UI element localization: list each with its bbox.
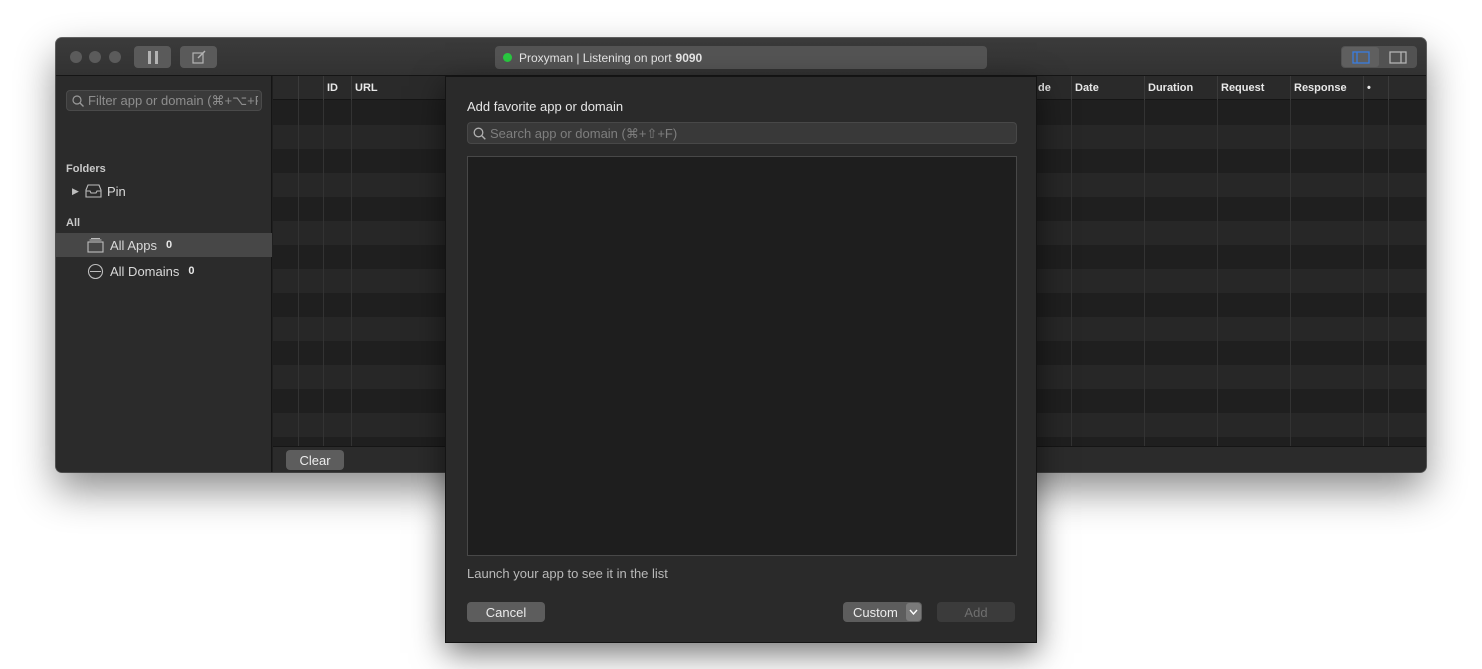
layout-left-button[interactable] bbox=[1342, 47, 1379, 67]
column-header-url[interactable]: URL bbox=[351, 76, 451, 100]
disclosure-triangle-icon[interactable]: ▶ bbox=[72, 186, 82, 197]
close-window-button[interactable] bbox=[70, 51, 82, 63]
filter-box[interactable] bbox=[66, 90, 262, 111]
status-indicator: Proxyman | Listening on port 9090 bbox=[495, 46, 987, 69]
add-button[interactable]: Add bbox=[937, 602, 1015, 622]
chevron-down-icon bbox=[906, 603, 921, 621]
column-divider bbox=[298, 100, 299, 446]
folders-heading: Folders bbox=[66, 163, 106, 175]
layout-toggle bbox=[1341, 46, 1417, 68]
sidebar-item-all-domains[interactable]: All Domains 0 bbox=[56, 259, 272, 283]
inspector-layout-icon bbox=[1388, 50, 1407, 64]
status-port: 9090 bbox=[675, 50, 703, 65]
status-text: Proxyman | Listening on port bbox=[519, 50, 672, 65]
sidebar-layout-icon bbox=[1351, 50, 1370, 64]
type-select[interactable]: Custom bbox=[843, 602, 922, 622]
column-header-blank[interactable] bbox=[298, 76, 323, 100]
sidebar: Folders ▶ Pin All All Apps 0 All Domains… bbox=[56, 76, 272, 472]
type-select-value: Custom bbox=[853, 604, 898, 620]
column-header-response[interactable]: Response bbox=[1290, 76, 1363, 100]
column-divider bbox=[1388, 100, 1389, 446]
column-divider bbox=[1290, 100, 1291, 446]
column-header-more[interactable]: • bbox=[1363, 76, 1388, 100]
search-icon bbox=[473, 127, 486, 140]
layout-right-button[interactable] bbox=[1379, 47, 1416, 67]
status-dot-icon bbox=[503, 53, 512, 62]
apps-icon bbox=[87, 237, 104, 253]
clear-button[interactable]: Clear bbox=[286, 450, 344, 470]
column-divider bbox=[323, 100, 324, 446]
sidebar-item-all-apps[interactable]: All Apps 0 bbox=[56, 233, 272, 257]
dialog-hint: Launch your app to see it in the list bbox=[467, 566, 668, 581]
column-divider bbox=[1363, 100, 1364, 446]
title-bar: Proxyman | Listening on port 9090 bbox=[56, 38, 1426, 76]
column-divider bbox=[1144, 100, 1145, 446]
app-domain-list[interactable] bbox=[467, 156, 1017, 556]
pause-button[interactable] bbox=[134, 46, 171, 68]
search-icon bbox=[72, 94, 84, 107]
dialog-title: Add favorite app or domain bbox=[467, 99, 624, 114]
sidebar-item-label: All Domains bbox=[110, 263, 180, 279]
filter-input[interactable] bbox=[88, 93, 258, 108]
count-badge: 0 bbox=[165, 239, 173, 251]
dialog-search-box[interactable] bbox=[467, 122, 1017, 144]
column-header-code[interactable]: de bbox=[1035, 76, 1072, 100]
dialog-search-input[interactable] bbox=[490, 125, 1000, 141]
count-badge: 0 bbox=[188, 265, 195, 277]
globe-icon bbox=[87, 263, 104, 279]
column-header-id[interactable]: ID bbox=[323, 76, 351, 100]
cancel-button[interactable]: Cancel bbox=[467, 602, 545, 622]
column-header-request[interactable]: Request bbox=[1217, 76, 1290, 100]
tray-icon bbox=[85, 184, 102, 198]
compose-button[interactable] bbox=[180, 46, 217, 68]
column-header-date[interactable]: Date bbox=[1071, 76, 1144, 100]
pause-icon bbox=[147, 50, 158, 64]
add-favorite-dialog: Add favorite app or domain Launch your a… bbox=[445, 76, 1037, 643]
sidebar-item-pin[interactable]: ▶ Pin bbox=[56, 179, 272, 203]
sidebar-item-label: Pin bbox=[107, 183, 126, 199]
column-header-blank[interactable] bbox=[273, 76, 298, 100]
column-divider bbox=[351, 100, 352, 446]
column-header-blank[interactable] bbox=[1388, 76, 1426, 100]
all-heading: All bbox=[66, 217, 81, 229]
column-divider bbox=[1217, 100, 1218, 446]
column-divider bbox=[1071, 100, 1072, 446]
sidebar-item-label: All Apps bbox=[110, 237, 157, 253]
column-header-duration[interactable]: Duration bbox=[1144, 76, 1217, 100]
zoom-window-button[interactable] bbox=[109, 51, 121, 63]
minimize-window-button[interactable] bbox=[89, 51, 101, 63]
compose-icon bbox=[191, 50, 205, 64]
